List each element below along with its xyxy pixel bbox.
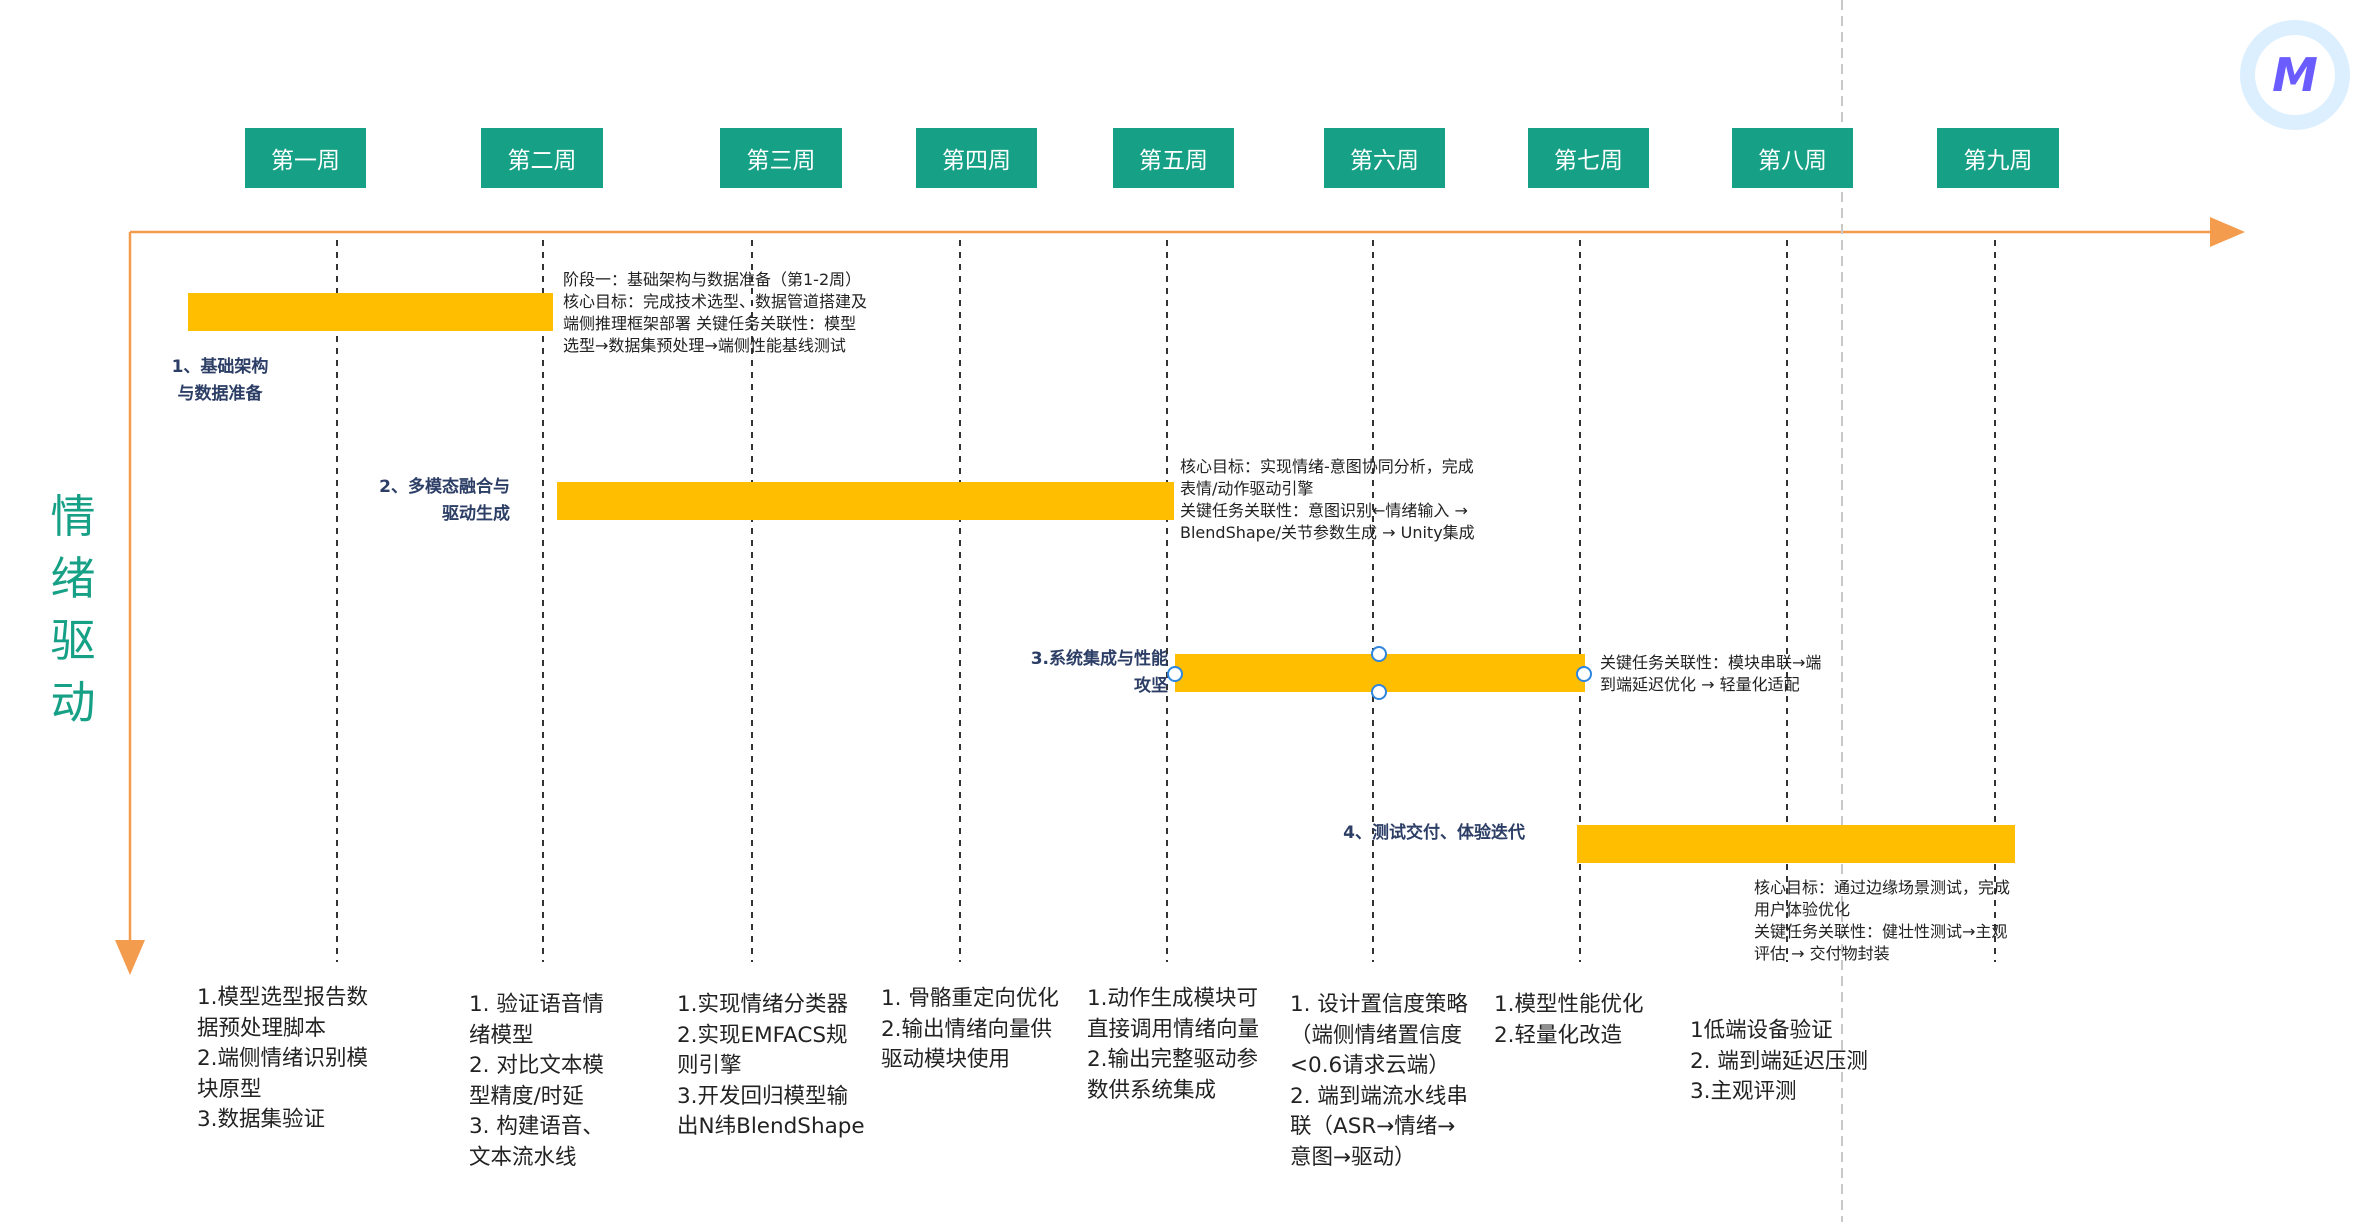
week-header-3: 第三周 [720, 128, 842, 188]
week-8-tasks: 1低端设备验证 2. 端到端延迟压测 3.主观评测 [1690, 1018, 1868, 1105]
phase-3-label: 3.系统集成与性能 攻坚 [1030, 649, 1168, 696]
week-header-9: 第九周 [1937, 128, 2059, 188]
week-header-4: 第四周 [916, 128, 1037, 188]
phase-1-bar [188, 293, 553, 331]
phase-4-note: 核心目标：通过边缘场景测试，完成 用户体验优化 关键任务关联性：健壮性测试→主观评… [1754, 878, 2011, 963]
week-header-7: 第七周 [1528, 128, 1649, 188]
resize-handle-left[interactable] [1167, 666, 1183, 682]
resize-handle-top[interactable] [1371, 646, 1387, 662]
phase-2-label: 2、多模态融合与 驱动生成 [379, 477, 510, 524]
week-4-tasks: 1. 骨骼重定向优化 2.输出情绪向量供 驱动模块使用 [881, 986, 1059, 1073]
app-logo-icon[interactable]: M [2240, 20, 2350, 130]
page-title: 情绪驱动 [50, 490, 96, 729]
week-2-tasks: 1. 验证语音情 绪模型 2. 对比文本模 型精度/时延 3. 构建语音、 文本流水线 [469, 992, 604, 1170]
week-header-5: 第五周 [1113, 128, 1234, 188]
week-header-1: 第一周 [245, 128, 366, 188]
phase-4-bar [1577, 825, 2015, 863]
phase-1-label: 1、基础架构 与数据准备 [171, 357, 269, 404]
week-header-6: 第六周 [1324, 128, 1445, 188]
week-header-2: 第二周 [481, 128, 603, 188]
phase-1-note: 阶段一：基础架构与数据准备（第1-2周） 核心目标：完成技术选型、数据管道搭建及 … [563, 270, 868, 355]
week-6-tasks: 1. 设计置信度策略 （端侧情绪置信度 <0.6请求云端） 2. 端到端流水线串 联（… [1290, 992, 1468, 1170]
week-5-tasks: 1.动作生成模块可 直接调用情绪向量 2.输出完整驱动参 数供系统集成 [1087, 986, 1260, 1103]
phase-4-label: 4、测试交付、体验迭代 [1343, 823, 1525, 843]
week-7-tasks: 1.模型性能优化 2.轻量化改造 [1494, 992, 1644, 1048]
phase-2-bar [557, 482, 1174, 520]
week-3-tasks: 1.实现情绪分类器 2.实现EMFACS规 则引擎 3.开发回归模型输 出N纬Blen… [677, 992, 865, 1140]
week-1-tasks: 1.模型选型报告数 据预处理脚本 2.端侧情绪识别模 块原型 3.数据集验证 [197, 985, 369, 1133]
phase-2-note: 核心目标：实现情绪-意图协同分析，完成 表情/动作驱动引擎 关键任务关联性：意图识… [1180, 457, 1475, 542]
resize-handle-right[interactable] [1576, 666, 1592, 682]
phase-3-note: 关键任务关联性：模块串联→端 到端延迟优化 → 轻量化适配 [1600, 653, 1822, 694]
resize-handle-bottom[interactable] [1371, 684, 1387, 700]
week-header-8: 第八周 [1732, 128, 1853, 188]
